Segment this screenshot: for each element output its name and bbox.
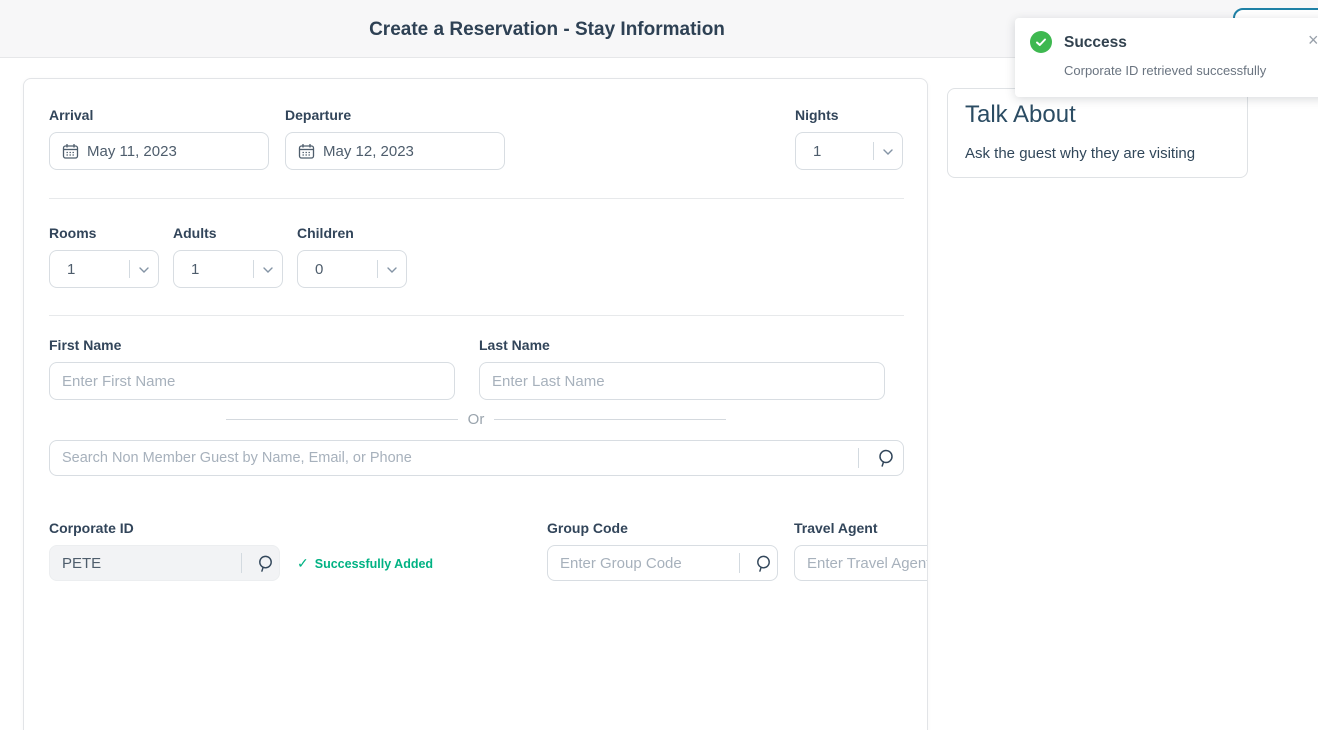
reservation-form-card: Arrival Departure [23,78,928,730]
last-name-input-box [479,362,885,400]
divider-line [226,419,458,420]
rooms-label: Rooms [49,225,159,241]
departure-field: Departure [285,107,505,170]
rooms-value: 1 [50,261,75,278]
group-code-input[interactable] [548,555,739,572]
select-divider [377,260,378,278]
arrival-date-input[interactable] [49,132,269,170]
talk-about-card: Talk About Ask the guest why they are vi… [947,88,1248,178]
nights-value: 1 [796,143,821,160]
children-label: Children [297,225,407,241]
group-code-label: Group Code [547,520,778,536]
search-icon[interactable] [251,546,279,580]
corporate-id-status: ✓ Successfully Added [297,555,433,572]
children-select[interactable]: 0 [297,250,407,288]
close-icon[interactable]: × [1308,30,1318,51]
corporate-id-input-box [49,545,280,581]
first-name-field: First Name [49,337,455,400]
check-circle-icon [1030,31,1052,53]
select-divider [253,260,254,278]
divider-line [494,419,726,420]
search-icon[interactable] [749,546,777,580]
guest-search-bar [49,440,904,476]
adults-value: 1 [174,261,199,278]
arrival-date-value[interactable] [75,143,268,160]
toast-title: Success [1064,34,1127,52]
nights-label: Nights [795,107,903,123]
input-divider [858,448,859,468]
arrival-field: Arrival [49,107,269,170]
talk-about-title: Talk About [965,101,1076,129]
rooms-select[interactable]: 1 [49,250,159,288]
travel-agent-label: Travel Agent [794,520,928,536]
children-field: Children 0 [297,225,407,288]
input-divider [241,553,242,573]
arrival-label: Arrival [49,107,269,123]
corporate-id-field: Corporate ID [49,520,280,581]
first-name-label: First Name [49,337,455,353]
input-divider [739,553,740,573]
corporate-id-status-text: Successfully Added [315,557,433,571]
departure-label: Departure [285,107,505,123]
adults-label: Adults [173,225,283,241]
or-text: Or [468,411,485,428]
rooms-field: Rooms 1 [49,225,159,288]
success-toast: Success Corporate ID retrieved successfu… [1015,18,1318,97]
guest-search-input[interactable] [50,450,858,466]
corporate-id-label: Corporate ID [49,520,280,536]
page-title: Create a Reservation - Stay Information [369,19,725,41]
travel-agent-input-box [794,545,928,581]
first-name-input-box [49,362,455,400]
travel-agent-input[interactable] [795,555,928,572]
check-icon: ✓ [297,555,309,572]
chevron-down-icon [880,144,896,160]
search-icon[interactable] [869,441,903,475]
adults-field: Adults 1 [173,225,283,288]
section-divider [49,198,904,199]
chevron-down-icon [384,262,400,278]
or-divider: Or [226,409,726,429]
group-code-input-box [547,545,778,581]
last-name-field: Last Name [479,337,885,400]
last-name-input[interactable] [480,373,884,390]
group-code-field: Group Code [547,520,778,581]
adults-select[interactable]: 1 [173,250,283,288]
talk-about-subtitle: Ask the guest why they are visiting [965,145,1195,162]
departure-date-input[interactable] [285,132,505,170]
nights-field: Nights 1 [795,107,903,170]
chevron-down-icon [136,262,152,278]
nights-select[interactable]: 1 [795,132,903,170]
last-name-label: Last Name [479,337,885,353]
first-name-input[interactable] [50,373,454,390]
travel-agent-field: Travel Agent [794,520,928,581]
select-divider [129,260,130,278]
children-value: 0 [298,261,323,278]
departure-date-value[interactable] [311,143,504,160]
select-divider [873,142,874,160]
chevron-down-icon [260,262,276,278]
section-divider [49,315,904,316]
corporate-id-input[interactable] [50,555,241,572]
toast-message: Corporate ID retrieved successfully [1064,63,1266,78]
